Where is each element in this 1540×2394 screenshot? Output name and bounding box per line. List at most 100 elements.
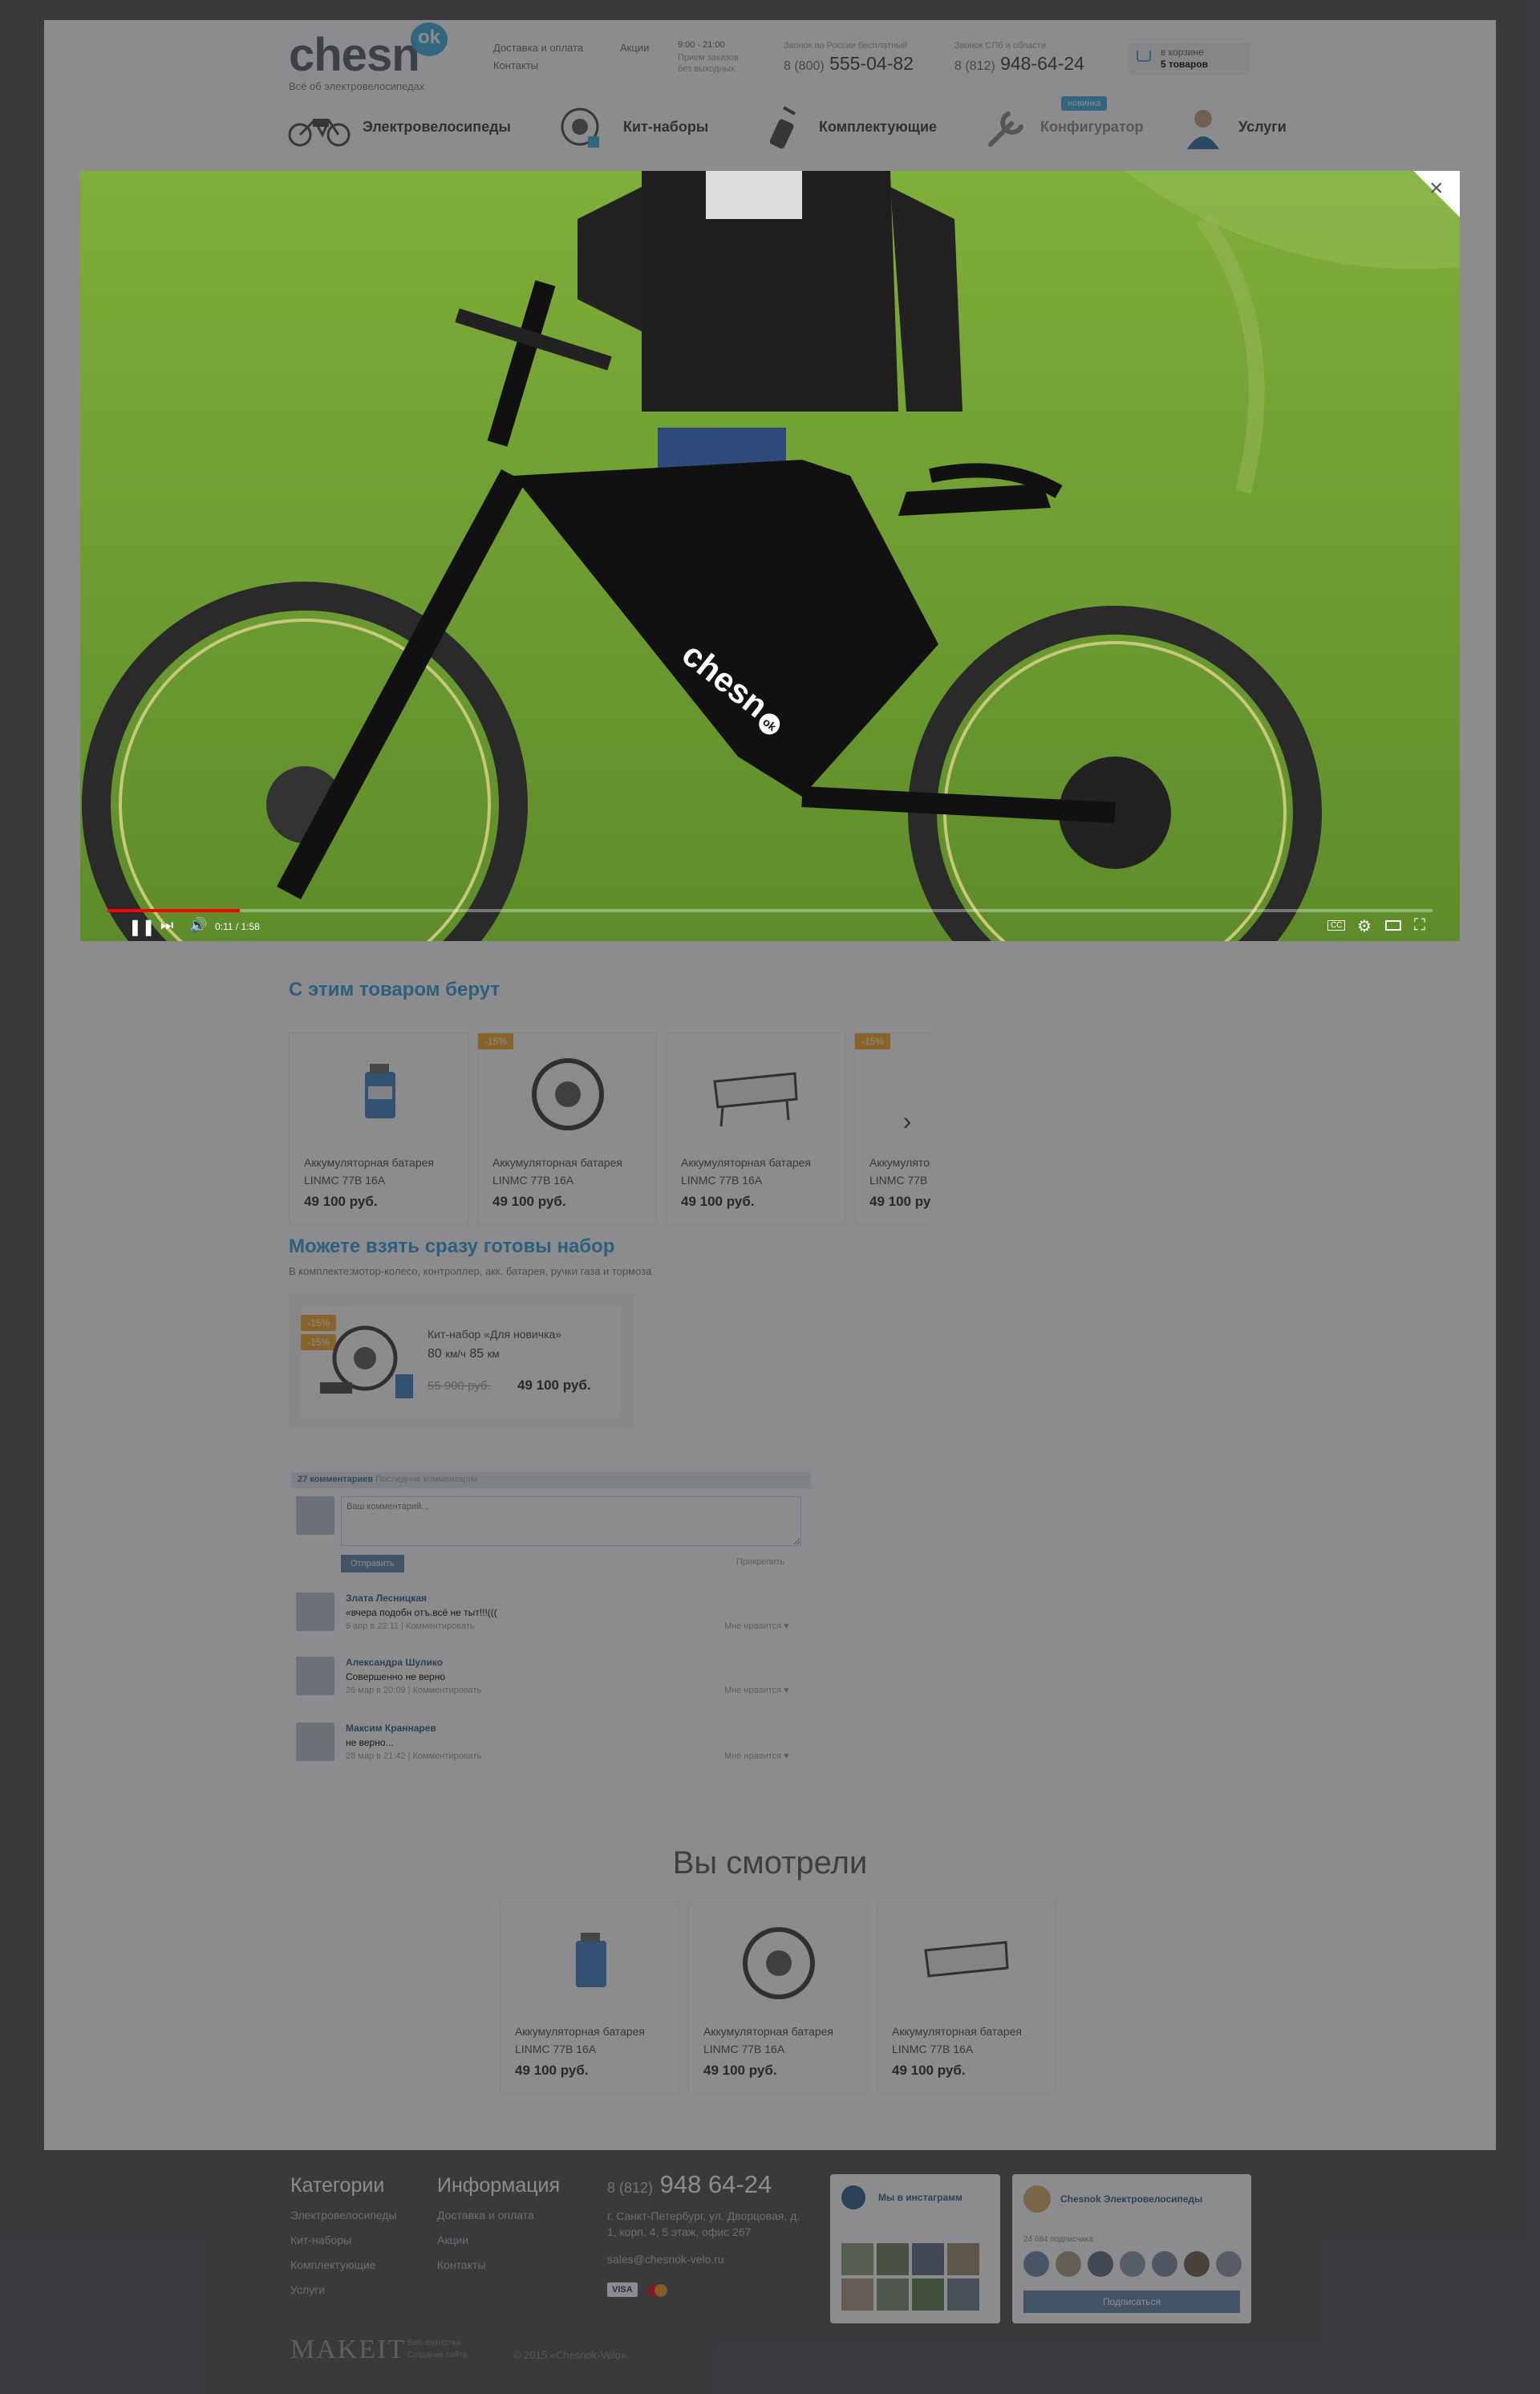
footer-info-link[interactable]: Акции bbox=[437, 2234, 468, 2246]
avatar bbox=[1056, 2251, 1081, 2277]
cart-count: 5 товаров bbox=[1161, 59, 1208, 70]
product-name[interactable]: Аккумуляторная батарея LINMC 77B 16A bbox=[515, 2023, 675, 2058]
footer-cat-link[interactable]: Кит-наборы bbox=[290, 2234, 351, 2246]
comment-like[interactable]: Мне нравится ♥ bbox=[724, 1751, 789, 1761]
vk-group-widget[interactable]: Chesnok Электровелосипеды 24 684 подписч… bbox=[1012, 2174, 1251, 2323]
kit-card[interactable]: -15% -15% Кит-набор «Для новичка» 80 км/… bbox=[301, 1305, 622, 1418]
comment-author[interactable]: Злата Лесницкая bbox=[346, 1593, 427, 1604]
comment-date: 26 мар в 20:09 bbox=[346, 1686, 406, 1695]
nav-ebikes-label: Электровелосипеды bbox=[363, 118, 511, 135]
comment-reply-link[interactable]: Комментировать bbox=[406, 1621, 475, 1631]
viewed-card-2[interactable]: Аккумуляторная батарея LINMC 77B 16A 49 … bbox=[688, 1901, 868, 2094]
product-name[interactable]: Аккумуляторная батарея LINMC 77B 16A bbox=[304, 1154, 464, 1189]
video-progress-track[interactable] bbox=[107, 909, 1433, 912]
rack-battery-icon bbox=[707, 1049, 806, 1138]
footer-info-link[interactable]: Контакты bbox=[437, 2258, 485, 2271]
instagram-photo[interactable] bbox=[877, 2278, 909, 2311]
instagram-photo[interactable] bbox=[947, 2243, 979, 2275]
instagram-photo[interactable] bbox=[877, 2243, 909, 2275]
header-link-contacts[interactable]: Контакты bbox=[493, 59, 538, 71]
makeit-note-1: Веб-агентство bbox=[407, 2339, 461, 2347]
comment-like[interactable]: Мне нравится ♥ bbox=[724, 1686, 789, 1695]
comment-send-button[interactable]: Отправить bbox=[341, 1555, 404, 1572]
comment-reply-link[interactable]: Комментировать bbox=[413, 1751, 482, 1761]
nav-parts[interactable]: Комплектующие bbox=[760, 99, 937, 155]
battery-icon bbox=[541, 1918, 640, 2006]
carousel-next-icon[interactable]: › bbox=[893, 1107, 922, 1136]
comment-meta: 26 мар в 20:09 | Комментировать bbox=[346, 1686, 482, 1695]
footer-phone-prefix: 8 (812) bbox=[607, 2180, 654, 2196]
instagram-widget[interactable]: Мы в инстаграмм bbox=[830, 2174, 1000, 2323]
comment-attach-link[interactable]: Прикрепить bbox=[736, 1557, 784, 1567]
comment-author[interactable]: Александра Шулико bbox=[346, 1657, 443, 1668]
avatar bbox=[296, 1657, 334, 1695]
nav-kits[interactable]: Кит-наборы bbox=[548, 99, 708, 155]
comment-input[interactable] bbox=[341, 1496, 801, 1546]
footer-address: г. Санкт-Петербург, ул. Дворцовая, д. 1,… bbox=[607, 2209, 800, 2238]
subtitles-icon[interactable]: CC bbox=[1327, 920, 1346, 931]
hours-note-2: без выходных bbox=[678, 64, 736, 74]
product-price: 49 100 руб. bbox=[304, 1194, 378, 1209]
close-icon[interactable]: × bbox=[1429, 175, 1444, 202]
header-link-actions[interactable]: Акции bbox=[620, 42, 649, 54]
kit-image bbox=[312, 1318, 416, 1410]
footer-cat-link[interactable]: Услуги bbox=[290, 2283, 325, 2296]
comment-like[interactable]: Мне нравится ♥ bbox=[724, 1621, 789, 1631]
pause-icon[interactable]: ❚❚ bbox=[128, 917, 156, 937]
motor-icon bbox=[729, 1918, 829, 2006]
product-name[interactable]: Аккумуляторная батарея LINMC 77B 16A bbox=[681, 1154, 841, 1189]
nav-ebikes[interactable]: Электровелосипеды bbox=[287, 99, 511, 155]
comment-meta: 6 апр в 22:11 | Комментировать bbox=[346, 1621, 475, 1631]
rack-battery-icon bbox=[918, 1918, 1017, 2006]
instagram-grid bbox=[841, 2243, 979, 2311]
footer-cat-link[interactable]: Электровелосипеды bbox=[290, 2209, 397, 2222]
video-player[interactable]: chesnok ❚❚ ⏭ 🔊 0:11 / 1:58 CC ⚙ ⛶ bbox=[80, 171, 1460, 941]
comment-date: 28 мар в 21:42 bbox=[346, 1751, 406, 1761]
vk-subscribe-button[interactable]: Подписаться bbox=[1023, 2291, 1240, 2313]
instagram-photo[interactable] bbox=[912, 2278, 944, 2311]
avatar bbox=[296, 1593, 334, 1631]
nav-services[interactable]: Услуги bbox=[1179, 99, 1287, 155]
fullscreen-icon[interactable]: ⛶ bbox=[1414, 916, 1425, 935]
comment-text: не верно... bbox=[346, 1737, 394, 1748]
viewed-card-3[interactable]: Аккумуляторная батарея LINMC 77B 16A 49 … bbox=[877, 1901, 1056, 2094]
kit-speed: 80 bbox=[428, 1347, 442, 1361]
phone1[interactable]: 8 (800) 555-04-82 bbox=[784, 53, 914, 75]
product-name[interactable]: Аккумуляторная батарея LINMC 77B 16A bbox=[492, 1154, 653, 1189]
next-icon[interactable]: ⏭ bbox=[160, 917, 173, 934]
instagram-photo[interactable] bbox=[947, 2278, 979, 2311]
vk-group-title[interactable]: Chesnok Электровелосипеды bbox=[1060, 2193, 1202, 2205]
product-name[interactable]: Аккумуляторная батарея LINMC 77B 16A bbox=[892, 2023, 1052, 2058]
avatar bbox=[1152, 2251, 1177, 2277]
comments-header-link[interactable]: Последние комментарии bbox=[375, 1475, 477, 1484]
header-link-delivery[interactable]: Доставка и оплата bbox=[493, 42, 583, 54]
product-name[interactable]: Аккумуляторная батарея LINMC 77B 16A bbox=[869, 1154, 930, 1189]
comment-reply-link[interactable]: Комментировать bbox=[413, 1686, 482, 1695]
instagram-photo[interactable] bbox=[841, 2243, 873, 2275]
footer-phone[interactable]: 8 (812) 948 64-24 bbox=[607, 2170, 772, 2199]
avatar bbox=[1023, 2251, 1049, 2277]
footer-email[interactable]: sales@chesnok-velo.ru bbox=[607, 2253, 724, 2266]
site-logo[interactable]: chesn bbox=[289, 28, 420, 82]
comment-author[interactable]: Максим Краннарев bbox=[346, 1722, 436, 1734]
viewed-card-1[interactable]: Аккумуляторная батарея LINMC 77B 16A 49 … bbox=[500, 1901, 679, 2094]
instagram-photo[interactable] bbox=[841, 2278, 873, 2311]
kit-name[interactable]: Кит-набор «Для новичка» bbox=[428, 1328, 561, 1341]
related-card-3[interactable]: Аккумуляторная батарея LINMC 77B 16A 49 … bbox=[666, 1033, 845, 1225]
product-name[interactable]: Аккумуляторная батарея LINMC 77B 16A bbox=[703, 2023, 864, 2058]
comment-text: Совершенно не верно bbox=[346, 1671, 446, 1682]
hours-note-1: Прием заказов bbox=[678, 53, 739, 63]
footer-cat-link[interactable]: Комплектующие bbox=[290, 2258, 376, 2271]
theater-icon[interactable] bbox=[1385, 920, 1401, 931]
instagram-photo[interactable] bbox=[912, 2243, 944, 2275]
product-price: 49 100 руб. bbox=[492, 1194, 566, 1209]
phone2[interactable]: 8 (812) 948-64-24 bbox=[954, 53, 1084, 75]
nav-kits-label: Кит-наборы bbox=[623, 118, 709, 135]
settings-icon[interactable]: ⚙ bbox=[1357, 916, 1372, 936]
volume-icon[interactable]: 🔊 bbox=[189, 917, 207, 934]
makeit-logo[interactable]: MAKEIT bbox=[290, 2335, 406, 2365]
footer-info-link[interactable]: Доставка и оплата bbox=[437, 2209, 534, 2222]
related-card-1[interactable]: Аккумуляторная батарея LINMC 77B 16A 49 … bbox=[289, 1033, 468, 1225]
product-price: 49 100 руб. bbox=[892, 2063, 966, 2078]
related-card-2[interactable]: -15% Аккумуляторная батарея LINMC 77B 16… bbox=[477, 1033, 657, 1225]
